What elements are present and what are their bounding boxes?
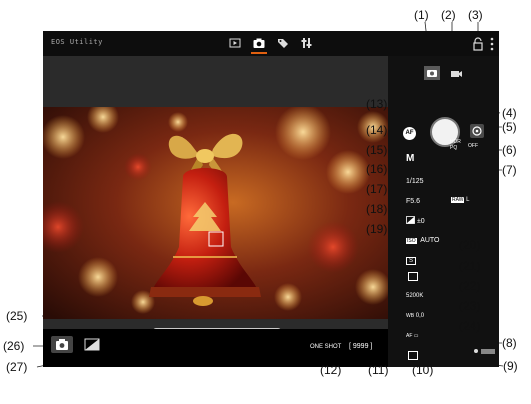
connection-status-indicator[interactable] xyxy=(471,37,485,56)
callout-27: (27) xyxy=(6,360,28,374)
card-status-indicator xyxy=(473,342,497,360)
exposure-comp-setting[interactable]: ±0 xyxy=(406,216,425,226)
callout-3: (3) xyxy=(468,8,483,22)
callout-24: (24) xyxy=(459,319,481,333)
tab-shooting[interactable] xyxy=(252,36,266,50)
callout-20: (20) xyxy=(459,238,481,252)
tab-tag[interactable] xyxy=(276,36,290,50)
image-quality-setting[interactable]: RAW L xyxy=(451,196,470,205)
callout-19: (19) xyxy=(366,222,388,236)
callout-8: (8) xyxy=(502,336,517,350)
callout-1: (1) xyxy=(414,8,429,22)
exposure-comp-icon xyxy=(406,216,415,224)
callout-16: (16) xyxy=(366,162,388,176)
settings-icon xyxy=(301,38,312,48)
shooting-mode-value[interactable]: M xyxy=(406,154,414,164)
tag-icon xyxy=(278,39,288,48)
camera-icon xyxy=(56,339,68,350)
callout-26: (26) xyxy=(3,339,25,353)
hdr-pq-label[interactable]: HDR PQ xyxy=(450,139,461,151)
tab-playback[interactable] xyxy=(228,36,242,50)
active-tab-indicator xyxy=(251,52,267,54)
callout-14: (14) xyxy=(366,123,388,137)
callout-12: (12) xyxy=(320,363,342,377)
callout-22: (22) xyxy=(459,279,481,293)
callout-18: (18) xyxy=(366,202,388,216)
af-area-icon: ▭ xyxy=(413,333,419,339)
callout-6: (6) xyxy=(502,143,517,157)
more-options-button[interactable] xyxy=(489,36,495,57)
playback-icon xyxy=(229,38,241,48)
af-method-setting[interactable]: AF ▭ xyxy=(406,332,419,341)
white-balance-value[interactable]: 5200K xyxy=(406,292,423,301)
callout-17: (17) xyxy=(366,182,388,196)
tab-settings[interactable] xyxy=(300,36,314,50)
callout-2: (2) xyxy=(441,8,456,22)
brightness-button[interactable] xyxy=(83,337,101,352)
iso-setting[interactable]: ISO AUTO xyxy=(406,236,440,246)
self-timer-button[interactable] xyxy=(470,124,484,138)
metering-mode-button[interactable] xyxy=(408,272,418,281)
lock-icon xyxy=(473,37,483,51)
shutter-speed-value[interactable]: 1/125 xyxy=(406,177,424,186)
callout-21: (21) xyxy=(459,259,481,273)
callout-9: (9) xyxy=(503,359,518,373)
callout-15: (15) xyxy=(366,143,388,157)
still-mode-tab[interactable] xyxy=(424,66,440,80)
iso-badge: ISO xyxy=(406,238,417,244)
wb-shift-setting[interactable]: WB 0,0 xyxy=(406,312,424,321)
wb-shift-value: 0,0 xyxy=(415,313,425,319)
aperture-value[interactable]: F5.6 xyxy=(406,197,420,206)
callout-23: (23) xyxy=(459,299,481,313)
shots-remaining-label: [ 9999 ] xyxy=(349,343,373,350)
image-quality-value: L xyxy=(466,197,470,203)
iso-value: AUTO xyxy=(420,237,440,244)
callout-10: (10) xyxy=(412,363,434,377)
callout-11: (11) xyxy=(368,363,389,377)
battery-icon xyxy=(474,349,495,354)
hdr-pq-state[interactable]: OFF xyxy=(468,142,478,151)
picture-style-setting[interactable]: S xyxy=(406,256,417,266)
movie-camera-icon xyxy=(451,71,462,77)
callout-25: (25) xyxy=(6,309,28,323)
app-brand-label: EOS Utility xyxy=(51,38,103,46)
hdr-bottom-label: PQ xyxy=(450,145,458,151)
self-timer-icon xyxy=(472,126,482,136)
camera-still-icon xyxy=(427,70,437,77)
bottom-status-bar: ONE SHOT [ 9999 ] xyxy=(43,329,388,367)
exposure-sim-icon xyxy=(84,338,100,351)
camera-control-window: EOS Utility ONE SHOT [9999] AF M 1/125… xyxy=(43,31,499,367)
callout-4: (4) xyxy=(502,106,517,120)
callout-7: (7) xyxy=(502,163,517,177)
af-frame[interactable] xyxy=(43,56,388,329)
movie-mode-tab[interactable] xyxy=(448,66,464,80)
more-vertical-icon xyxy=(490,37,494,51)
live-view-toggle-button[interactable] xyxy=(51,336,73,353)
drive-mode-button[interactable] xyxy=(408,351,418,360)
shooting-settings-panel: AF M 1/125 F5.6 ±0 ISO AUTO S HDR PQ OFF… xyxy=(388,56,499,367)
af-button[interactable]: AF xyxy=(403,127,416,140)
af-method-label: AF xyxy=(406,333,413,339)
raw-badge: RAW xyxy=(451,197,465,203)
live-view-area[interactable]: ⋘ « ‹ › » ⋙ xyxy=(43,56,388,356)
callout-13: (13) xyxy=(366,97,388,111)
top-toolbar: EOS Utility xyxy=(43,31,499,56)
exposure-comp-value: ±0 xyxy=(416,218,425,225)
af-operation-label[interactable]: ONE SHOT xyxy=(310,343,341,352)
camera-shooting-icon xyxy=(253,38,265,48)
wb-shift-icon: WB xyxy=(406,313,415,319)
callout-5: (5) xyxy=(502,120,517,134)
picture-style-value: S xyxy=(406,257,417,265)
